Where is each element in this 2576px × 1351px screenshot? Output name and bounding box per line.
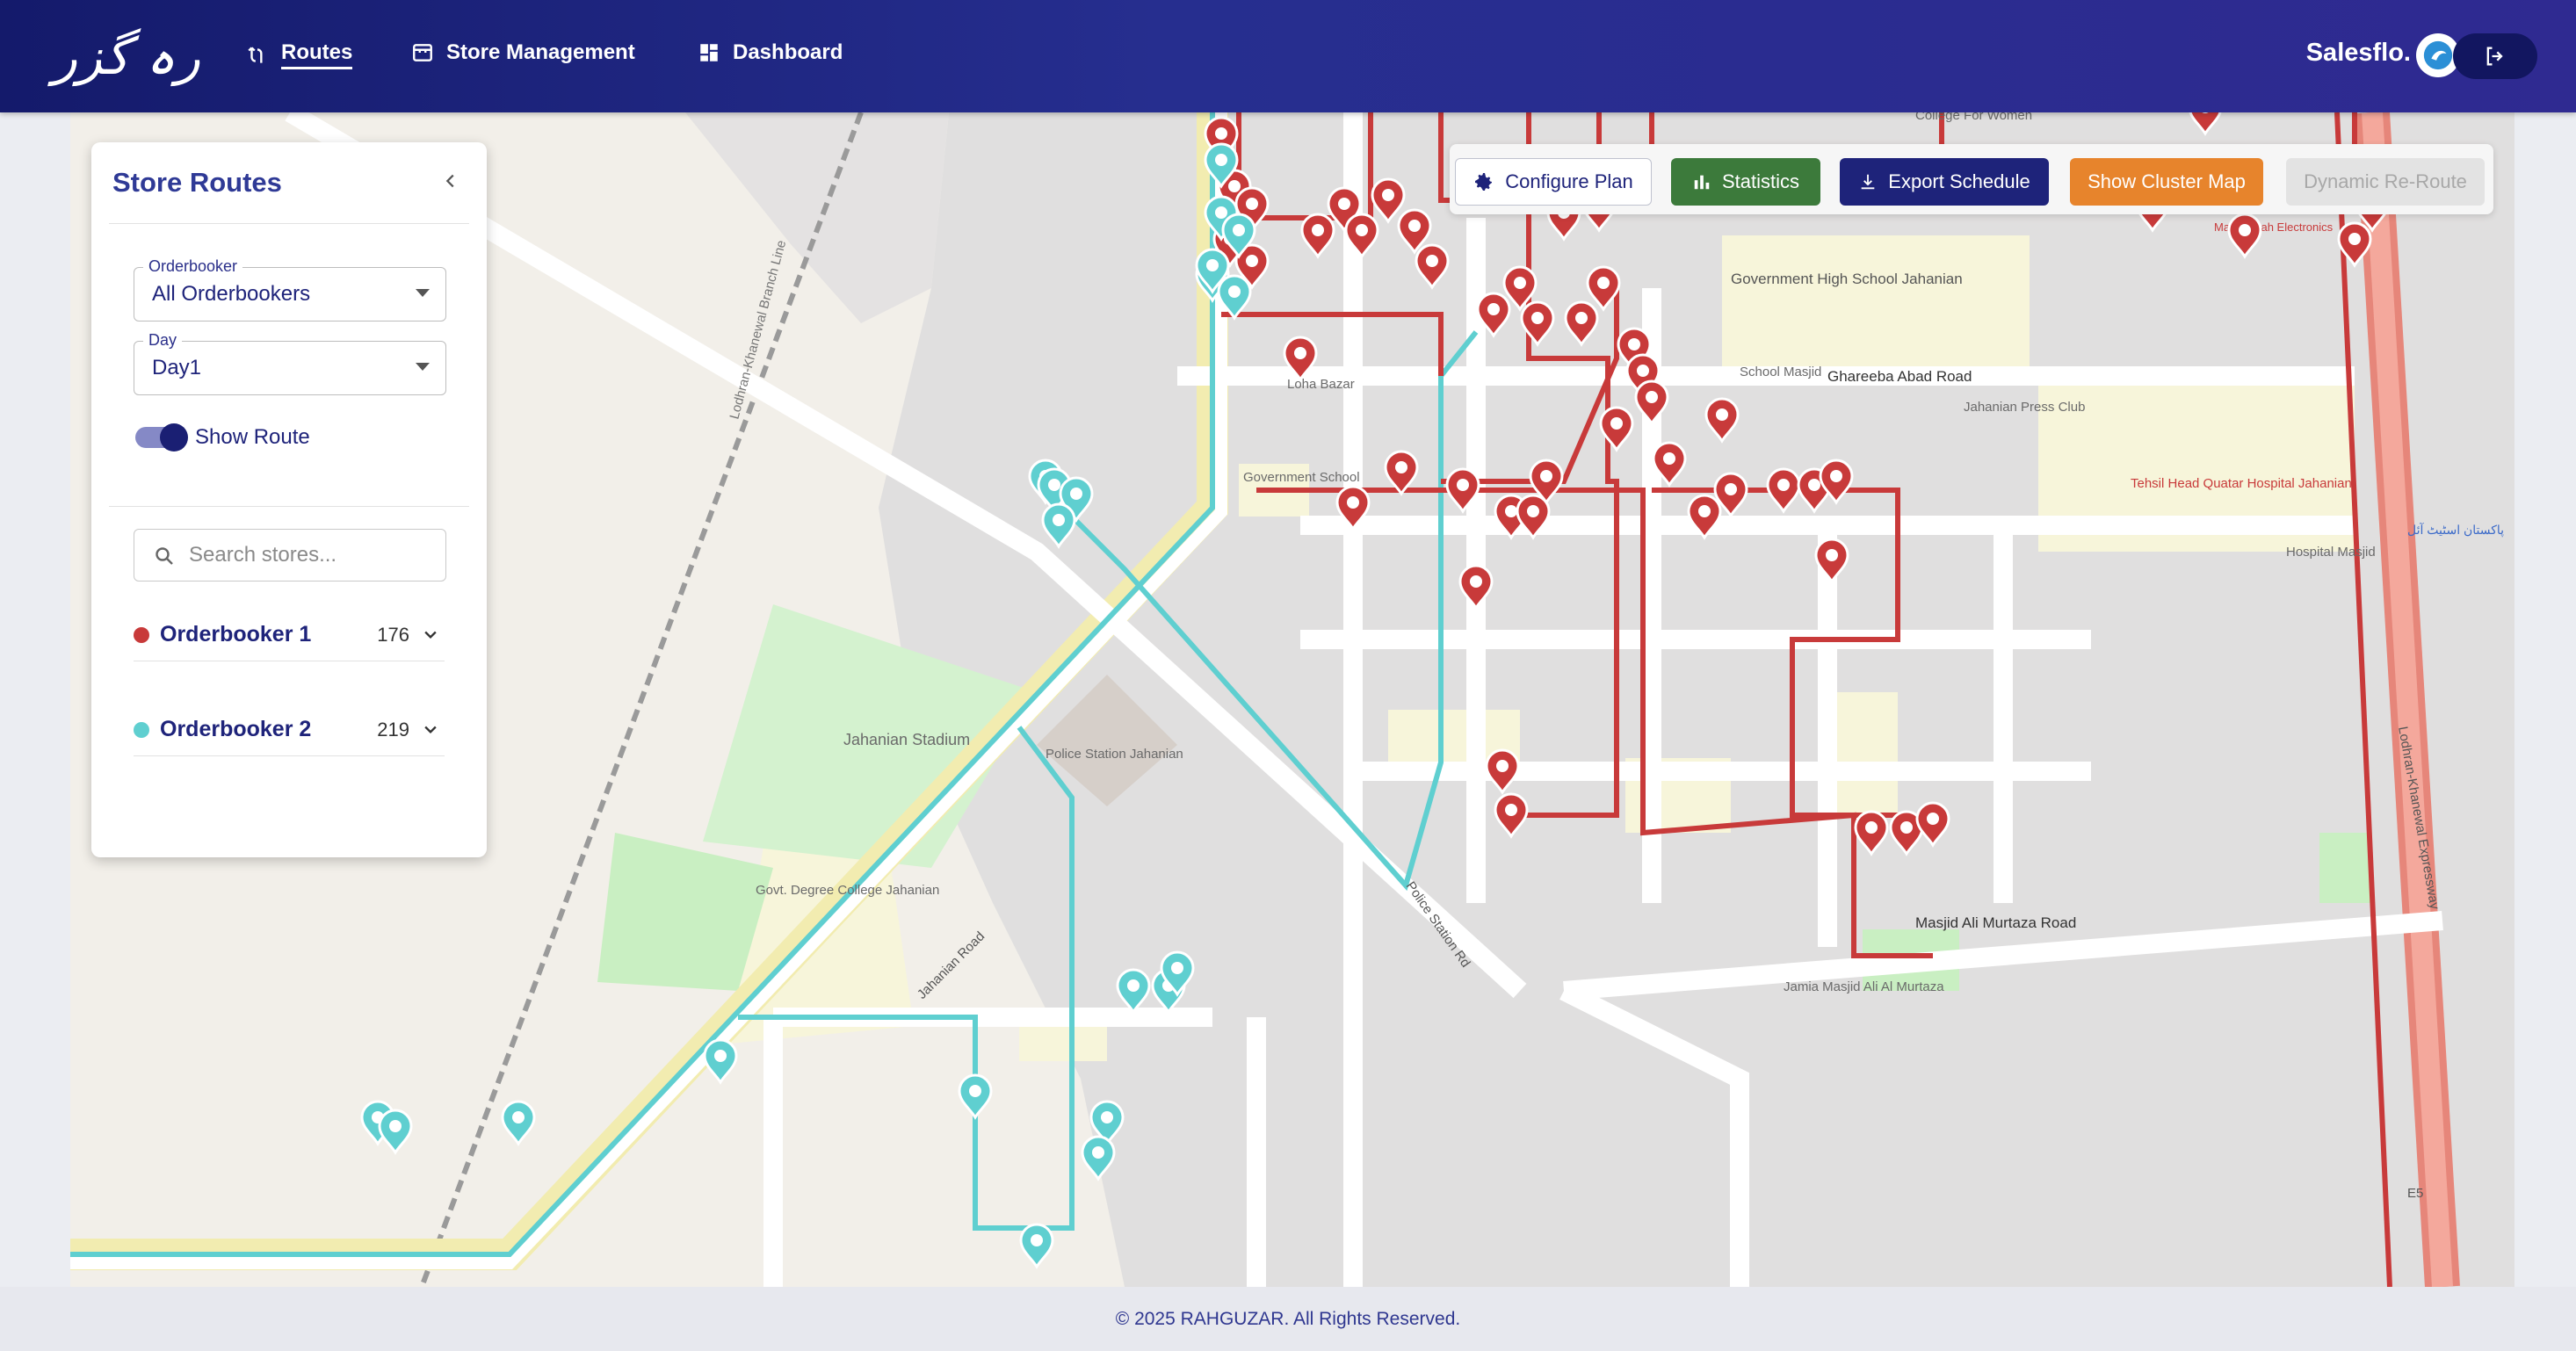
map-label-high-school: Government High School Jahanian [1731, 271, 1963, 287]
statistics-button[interactable]: Statistics [1671, 158, 1820, 206]
orderbooker-1-name: Orderbooker 1 [160, 622, 312, 647]
orderbooker-1-color-dot [134, 627, 149, 643]
collapse-panel-button[interactable] [441, 169, 460, 197]
chevron-down-icon[interactable] [422, 720, 439, 738]
nav-dashboard-label: Dashboard [733, 40, 843, 64]
map-label-hospital-masjid: Hospital Masjid [2286, 545, 2376, 560]
day-select-value: Day1 [152, 356, 202, 379]
orderbooker-2-name: Orderbooker 2 [160, 717, 312, 741]
search-icon [156, 547, 173, 565]
download-icon [1861, 174, 1875, 190]
map-label-e5: E5 [2407, 1186, 2423, 1201]
store-search-field[interactable] [134, 529, 446, 582]
orderbooker-1-row[interactable]: Orderbooker 1 176 [134, 608, 445, 661]
route-icon [248, 46, 263, 63]
export-schedule-button[interactable]: Export Schedule [1840, 158, 2049, 206]
nav-store-management-label: Store Management [446, 40, 635, 64]
dynamic-reroute-button[interactable]: Dynamic Re-Route [2286, 158, 2485, 206]
statistics-label: Statistics [1721, 170, 1800, 192]
configure-plan-button[interactable]: Configure Plan [1455, 158, 1652, 206]
map-label-college: College For Women [1915, 112, 2032, 123]
brand-name: Salesflo. [2305, 39, 2411, 67]
toggle-knob [160, 423, 188, 452]
show-route-toggle[interactable] [135, 423, 188, 452]
show-cluster-map-button[interactable]: Show Cluster Map [2070, 158, 2263, 206]
orderbooker-2-row[interactable]: Orderbooker 2 219 [134, 703, 445, 756]
orderbooker-2-color-dot [134, 722, 149, 738]
bar-chart-icon [1694, 175, 1710, 190]
configure-plan-label: Configure Plan [1505, 170, 1633, 192]
panel-divider [109, 506, 469, 507]
logout-icon [2486, 47, 2503, 66]
dropdown-arrow-icon [416, 289, 430, 297]
nav-store-management[interactable]: Store Management [411, 40, 635, 65]
map-label-degree-college: Govt. Degree College Jahanian [756, 883, 939, 898]
map-label-press-club: Jahanian Press Club [1964, 400, 2085, 415]
dashboard-icon [700, 44, 718, 61]
app-logo[interactable]: رہ گزر [53, 26, 200, 86]
orderbooker-select[interactable]: Orderbooker All Orderbookers [134, 257, 446, 321]
nav-routes[interactable]: Routes [246, 40, 353, 69]
map-label-loha-bazar: Loha Bazar [1287, 377, 1355, 392]
export-schedule-label: Export Schedule [1888, 170, 2030, 192]
map-label-stadium: Jahanian Stadium [843, 731, 970, 748]
map-label-school-masjid: School Masjid [1740, 365, 1821, 379]
orderbooker-2-count: 219 [377, 719, 409, 741]
panel-divider [109, 223, 469, 224]
orderbooker-select-label: Orderbooker [143, 257, 243, 276]
map-label-jamia-masjid: Jamia Masjid Ali Al Murtaza [1784, 979, 1944, 994]
dropdown-arrow-icon [416, 363, 430, 371]
map-label-pso: پاکستان اسٹیٹ آئل [2407, 522, 2504, 538]
chevron-left-icon [445, 174, 454, 188]
dynamic-reroute-label: Dynamic Re-Route [2304, 170, 2467, 192]
logout-button[interactable] [2453, 33, 2537, 79]
orderbooker-select-value: All Orderbookers [152, 282, 311, 306]
footer: © 2025 RAHGUZAR. All Rights Reserved. [0, 1287, 2576, 1351]
map-toolbar: Configure Plan Statistics Export Schedul… [1450, 144, 2493, 214]
day-select[interactable]: Day Day1 [134, 331, 446, 395]
show-cluster-map-label: Show Cluster Map [2088, 170, 2246, 192]
nav-dashboard[interactable]: Dashboard [698, 40, 843, 65]
map-label-gov-school: Government School [1243, 470, 1360, 485]
map-label-hospital: Tehsil Head Quatar Hospital Jahanian [2131, 476, 2352, 491]
store-search-input[interactable] [187, 540, 428, 570]
nav-routes-label: Routes [281, 40, 353, 69]
store-routes-panel: Store Routes Orderbooker All Orderbooker… [91, 142, 487, 857]
footer-copyright: © 2025 RAHGUZAR. All Rights Reserved. [1115, 1308, 1461, 1329]
day-select-label: Day [143, 331, 183, 350]
map-label-masjid-road: Masjid Ali Murtaza Road [1915, 914, 2076, 931]
panel-title: Store Routes [112, 167, 282, 198]
map-label-ghareeba-road: Ghareeba Abad Road [1827, 368, 1972, 385]
chevron-down-icon[interactable] [422, 625, 439, 643]
show-route-label: Show Route [195, 425, 310, 449]
map-label-police-station: Police Station Jahanian [1046, 747, 1183, 762]
store-icon [413, 44, 432, 61]
gear-icon [1475, 173, 1493, 191]
top-navigation-bar: رہ گزر Routes Store Management Dashboard… [0, 0, 2576, 112]
orderbooker-1-count: 176 [377, 624, 409, 646]
